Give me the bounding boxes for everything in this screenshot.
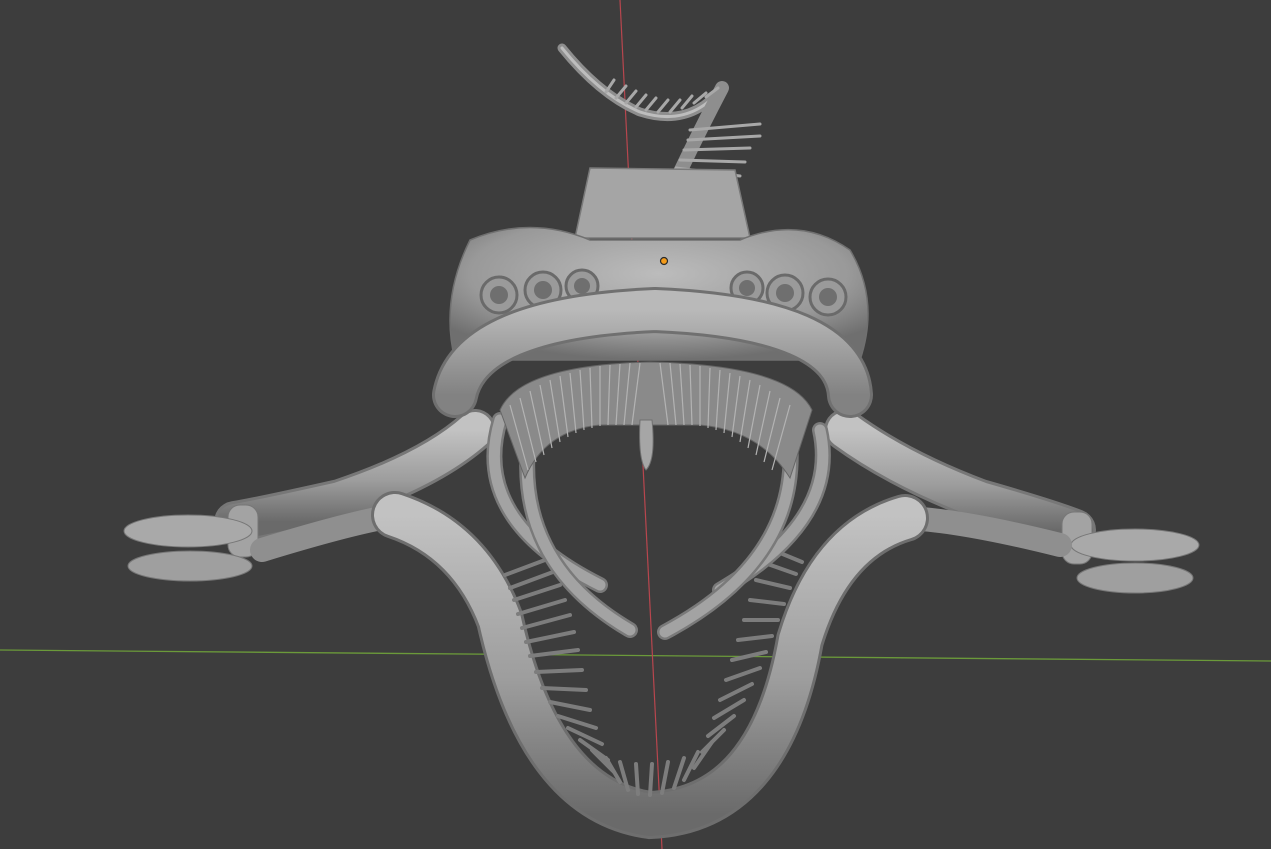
- tongue: [639, 419, 654, 471]
- viewport-canvas[interactable]: [0, 0, 1271, 849]
- 3d-viewport[interactable]: [0, 0, 1271, 849]
- baleen-plates: [499, 361, 813, 480]
- object-origin-marker[interactable]: [659, 256, 669, 266]
- y-axis-line: [0, 649, 1271, 662]
- tail-spine: [557, 43, 762, 179]
- back-plate: [574, 167, 751, 239]
- creature-mesh[interactable]: [123, 43, 1200, 840]
